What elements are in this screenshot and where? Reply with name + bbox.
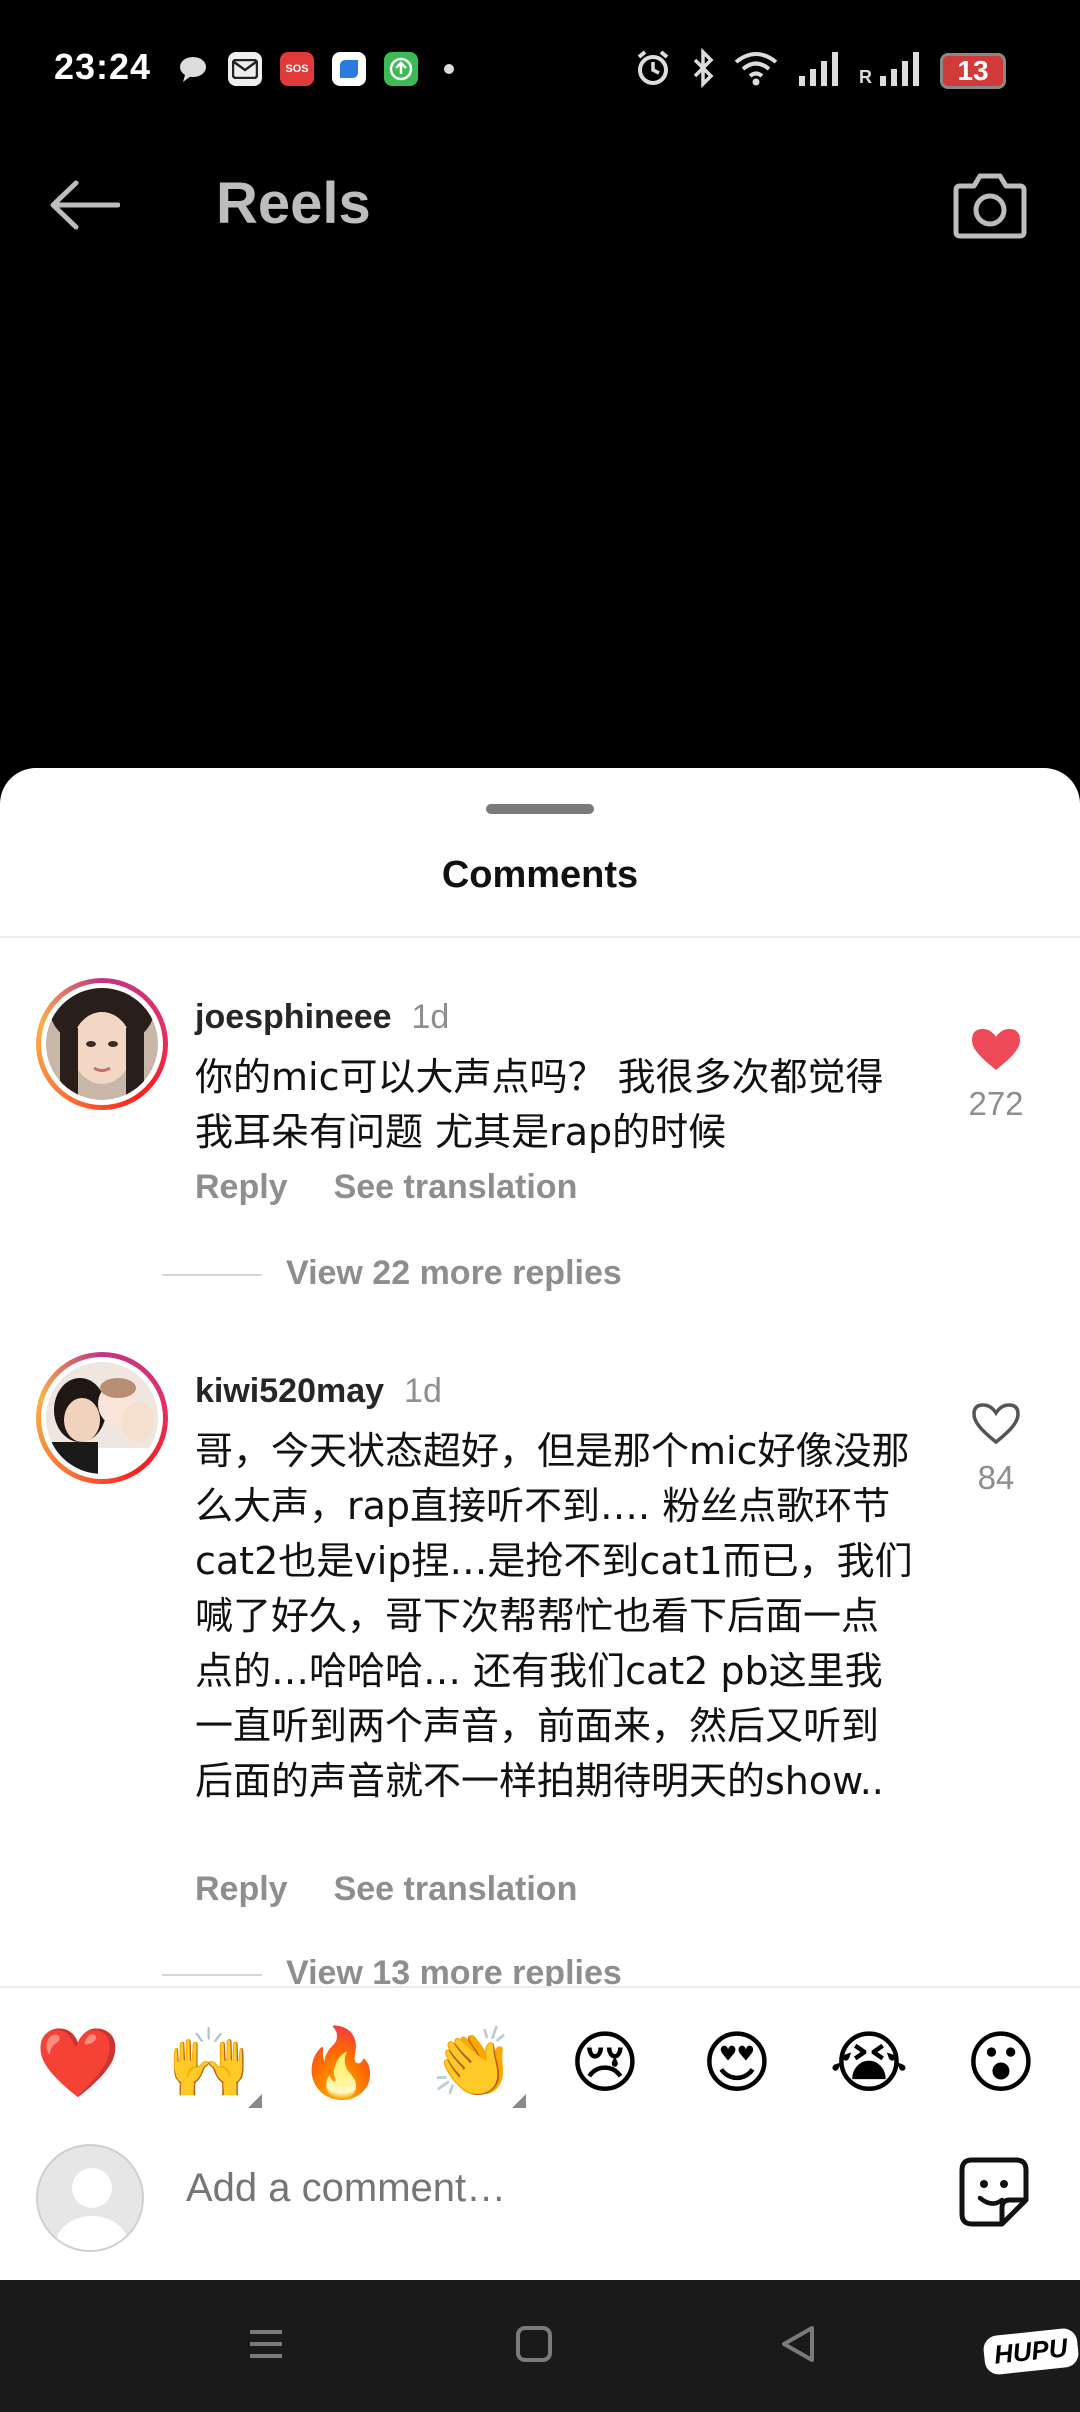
comment-actions: Reply See translation: [195, 1168, 623, 1207]
add-comment-input[interactable]: [186, 2166, 886, 2211]
reaction-heart-emoji[interactable]: ❤️: [32, 2018, 124, 2110]
dot-icon: [444, 64, 454, 74]
home-button[interactable]: [514, 2324, 554, 2369]
signal-2-icon: [878, 50, 922, 91]
wifi-icon: [733, 50, 779, 91]
see-translation-button[interactable]: See translation: [334, 1168, 578, 1206]
notification-icons: SOS: [176, 52, 454, 86]
battery-indicator: 13: [940, 52, 1006, 89]
sheet-title: Comments: [441, 854, 639, 896]
reaction-surprised-emoji[interactable]: 😮: [955, 2018, 1047, 2110]
composer-panel: ❤️ 🙌 🔥 👏 😢 😍 😭 😮: [0, 1986, 1080, 2280]
app-blue-icon: [332, 52, 366, 86]
status-bar: 23:24 SOS R 13: [0, 0, 1080, 140]
alarm-icon: [633, 48, 673, 93]
arrow-left-icon: [48, 180, 121, 234]
avatar[interactable]: [36, 1352, 168, 1484]
top-bar: Reels: [0, 150, 1080, 260]
reaction-sobbing-emoji[interactable]: 😭: [823, 2018, 915, 2110]
back-button[interactable]: [48, 180, 121, 235]
avatar[interactable]: [36, 978, 168, 1110]
hupu-watermark: HUPU: [982, 2327, 1080, 2376]
camera-icon: [952, 173, 1028, 244]
view-more-replies[interactable]: View 22 more replies: [162, 1254, 622, 1293]
sos-icon: SOS: [280, 52, 314, 86]
reaction-clap-emoji[interactable]: 👏: [427, 2018, 519, 2110]
clock: 23:24: [54, 46, 152, 87]
reaction-fire-emoji[interactable]: 🔥: [295, 2018, 387, 2110]
comment-actions: Reply See translation: [195, 1870, 623, 1909]
comment-time: 1d: [411, 998, 450, 1036]
recents-button[interactable]: [246, 2324, 286, 2369]
comment-text: 哥，今天状态超好，但是那个mic好像没那么大声，rap直接听不到…. 粉丝点歌环…: [195, 1429, 913, 1803]
like-count: 84: [977, 1459, 1015, 1496]
reaction-crying-emoji[interactable]: 😢: [559, 2018, 651, 2110]
reaction-raised-hands-emoji[interactable]: 🙌: [163, 2018, 255, 2110]
signal-icon: [797, 50, 841, 91]
comment-username[interactable]: kiwi520may 1d: [195, 1372, 442, 1411]
like-button[interactable]: 84: [960, 1400, 1032, 1497]
comment-username[interactable]: joesphineee 1d: [195, 998, 449, 1037]
like-button[interactable]: 272: [960, 1026, 1032, 1123]
bluetooth-icon: [691, 47, 715, 93]
square-home-icon: [514, 2326, 554, 2368]
menu-icon: [246, 2330, 286, 2368]
mail-icon: [228, 52, 262, 86]
my-avatar: [36, 2144, 144, 2252]
reaction-heart-eyes-emoji[interactable]: 😍: [691, 2018, 783, 2110]
heart-outline-icon: [970, 1403, 1022, 1450]
system-nav-bar: HUPU: [0, 2280, 1080, 2412]
upload-icon: [384, 52, 418, 86]
back-nav-button[interactable]: [778, 2324, 818, 2369]
quick-reactions: ❤️ 🙌 🔥 👏 😢 😍 😭 😮: [0, 2018, 1080, 2108]
signal-r-label: R: [859, 67, 872, 87]
comment-time: 1d: [404, 1372, 442, 1410]
chat-bubble-icon: [176, 52, 210, 86]
avatar-photo: [46, 988, 158, 1100]
heart-filled-icon: [970, 1029, 1022, 1076]
drag-handle[interactable]: [486, 804, 594, 814]
sticker-icon: [958, 2157, 1030, 2232]
skin-tone-indicator-icon: [512, 2094, 526, 2108]
sticker-button[interactable]: [958, 2156, 1030, 2233]
system-icons: R 13: [633, 47, 1006, 93]
reply-button[interactable]: Reply: [195, 1870, 288, 1908]
page-title: Reels: [216, 171, 371, 236]
divider: [0, 936, 1080, 938]
comment-text: 你的mic可以大声点吗？ 我很多次都觉得我耳朵有问题 尤其是rap的时候: [195, 1055, 884, 1154]
reply-button[interactable]: Reply: [195, 1168, 288, 1206]
like-count: 272: [968, 1085, 1024, 1122]
reply-thread-line: [162, 1274, 262, 1277]
see-translation-button[interactable]: See translation: [334, 1870, 578, 1908]
reply-thread-line: [162, 1974, 262, 1977]
add-comment-row: [0, 2138, 1080, 2258]
camera-button[interactable]: [952, 168, 1028, 245]
skin-tone-indicator-icon: [248, 2094, 262, 2108]
triangle-back-icon: [778, 2326, 818, 2368]
avatar-photo: [46, 1362, 158, 1474]
